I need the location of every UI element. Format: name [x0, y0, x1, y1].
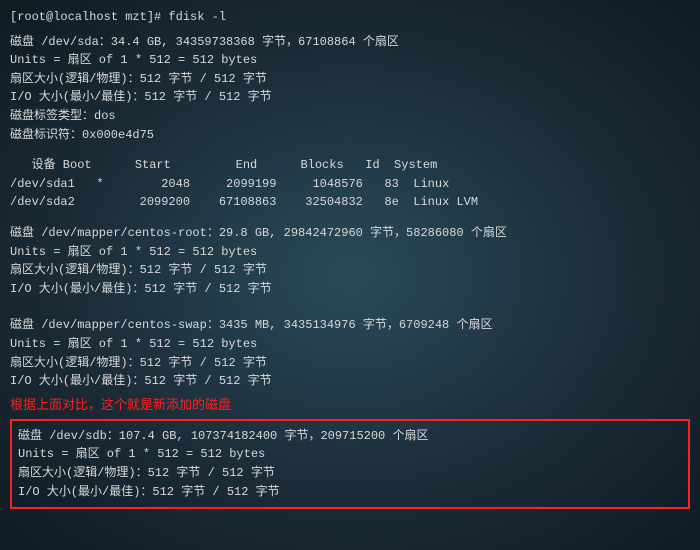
annotation-text: 根据上面对比，这个就是新添加的磁盘: [10, 395, 690, 415]
disk-sda-block: 磁盘 /dev/sda：34.4 GB, 34359738368 字节，6710…: [10, 33, 690, 145]
disk-swap-sector: 扇区大小(逻辑/物理)：512 字节 / 512 字节: [10, 354, 690, 373]
disk-sdb-units: Units = 扇区 of 1 * 512 = 512 bytes: [18, 445, 682, 464]
disk-centos-root-block: 磁盘 /dev/mapper/centos-root：29.8 GB, 2984…: [10, 224, 690, 298]
disk-root-units: Units = 扇区 of 1 * 512 = 512 bytes: [10, 243, 690, 262]
disk-sda-io: I/O 大小(最小/最佳)：512 字节 / 512 字节: [10, 88, 690, 107]
partition-table-header: 设备 Boot Start End Blocks Id System: [10, 156, 690, 175]
partition-row-sda2: /dev/sda2 2099200 67108863 32504832 8e L…: [10, 193, 690, 212]
new-disk-highlight-box: 磁盘 /dev/sdb：107.4 GB, 107374182400 字节，20…: [10, 419, 690, 509]
disk-root-sector: 扇区大小(逻辑/物理)：512 字节 / 512 字节: [10, 261, 690, 280]
disk-sda-ident: 磁盘标识符：0x000e4d75: [10, 126, 690, 145]
disk-sda-header: 磁盘 /dev/sda：34.4 GB, 34359738368 字节，6710…: [10, 33, 690, 52]
shell-prompt[interactable]: [root@localhost mzt]# fdisk -l: [10, 8, 690, 27]
disk-sda-sector: 扇区大小(逻辑/物理)：512 字节 / 512 字节: [10, 70, 690, 89]
disk-sdb-io: I/O 大小(最小/最佳)：512 字节 / 512 字节: [18, 483, 682, 502]
disk-centos-swap-block: 磁盘 /dev/mapper/centos-swap：3435 MB, 3435…: [10, 316, 690, 390]
disk-root-header: 磁盘 /dev/mapper/centos-root：29.8 GB, 2984…: [10, 224, 690, 243]
disk-sdb-sector: 扇区大小(逻辑/物理)：512 字节 / 512 字节: [18, 464, 682, 483]
disk-root-io: I/O 大小(最小/最佳)：512 字节 / 512 字节: [10, 280, 690, 299]
disk-sdb-header: 磁盘 /dev/sdb：107.4 GB, 107374182400 字节，20…: [18, 427, 682, 446]
partition-table: 设备 Boot Start End Blocks Id System /dev/…: [10, 156, 690, 212]
disk-sda-units: Units = 扇区 of 1 * 512 = 512 bytes: [10, 51, 690, 70]
disk-swap-io: I/O 大小(最小/最佳)：512 字节 / 512 字节: [10, 372, 690, 391]
disk-swap-header: 磁盘 /dev/mapper/centos-swap：3435 MB, 3435…: [10, 316, 690, 335]
disk-sda-label: 磁盘标签类型：dos: [10, 107, 690, 126]
partition-row-sda1: /dev/sda1 * 2048 2099199 1048576 83 Linu…: [10, 175, 690, 194]
disk-swap-units: Units = 扇区 of 1 * 512 = 512 bytes: [10, 335, 690, 354]
